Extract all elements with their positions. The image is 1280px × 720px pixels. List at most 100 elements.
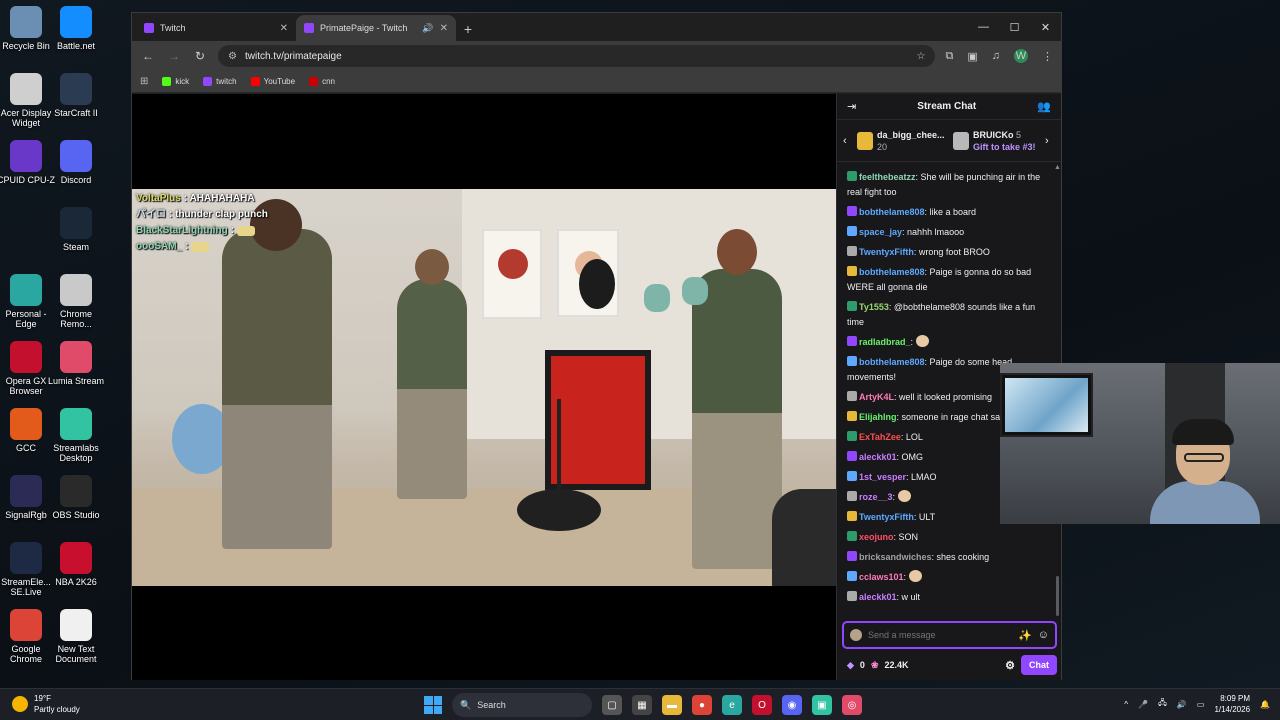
- chat-username[interactable]: ArtyK4L: [859, 392, 894, 402]
- extensions-icon[interactable]: ⧉: [945, 50, 953, 63]
- desktop-shortcut[interactable]: Steam: [46, 207, 106, 252]
- close-tab-icon[interactable]: ✕: [280, 23, 288, 34]
- lumia-taskbar-icon[interactable]: ◎: [842, 695, 862, 715]
- weather-widget[interactable]: 19°F Partly cloudy: [12, 693, 80, 715]
- chat-input[interactable]: [868, 630, 1013, 640]
- desktop-shortcut[interactable]: Streamlabs Desktop: [46, 408, 106, 463]
- chat-badge-icon[interactable]: [847, 355, 857, 366]
- file-explorer-icon[interactable]: ▬: [662, 695, 682, 715]
- emote-icon[interactable]: [916, 334, 930, 347]
- tab-primatepaige[interactable]: PrimatePaige - Twitch 🔊 ✕: [296, 15, 456, 41]
- chat-username[interactable]: Elijahlng: [859, 412, 897, 422]
- task-view-icon[interactable]: ▢: [602, 695, 622, 715]
- desktop-shortcut[interactable]: Battle.net: [46, 6, 106, 51]
- chat-badge-icon[interactable]: [847, 570, 857, 581]
- profile-avatar[interactable]: W: [1014, 49, 1028, 63]
- new-tab-button[interactable]: +: [456, 17, 480, 41]
- chat-username[interactable]: space_jay: [859, 227, 902, 237]
- back-icon[interactable]: ←: [140, 48, 156, 64]
- bookmark-twitch[interactable]: twitch: [203, 77, 237, 86]
- emote-icon[interactable]: [898, 489, 912, 502]
- apps-grid-icon[interactable]: ⊞: [140, 76, 148, 87]
- bookmark-cnn[interactable]: cnn: [309, 77, 335, 86]
- chat-badge-icon[interactable]: [847, 205, 857, 216]
- chat-badge-icon[interactable]: [847, 245, 857, 256]
- forward-icon[interactable]: →: [166, 48, 182, 64]
- chat-username[interactable]: bobthelame808: [859, 357, 925, 367]
- chat-username[interactable]: 1st_vesper: [859, 472, 906, 482]
- streamlabs-taskbar-icon[interactable]: ▣: [812, 695, 832, 715]
- settings-gear-icon[interactable]: ⚙: [1005, 659, 1015, 672]
- desktop-shortcut[interactable]: Discord: [46, 140, 106, 185]
- chat-username[interactable]: ExTahZee: [859, 432, 901, 442]
- emote-picker-icon[interactable]: ☺: [1038, 629, 1049, 641]
- mic-icon[interactable]: 🎤: [1138, 700, 1148, 709]
- chat-badge-icon[interactable]: [847, 225, 857, 236]
- chat-username[interactable]: TwentyxFifth: [859, 247, 914, 257]
- chat-username[interactable]: xeojuno: [859, 532, 894, 542]
- close-tab-icon[interactable]: ✕: [440, 23, 448, 34]
- maximize-icon[interactable]: ☐: [999, 13, 1030, 41]
- chat-badge-icon[interactable]: [847, 430, 857, 441]
- sparkle-icon[interactable]: ✨: [1018, 629, 1032, 642]
- discord-taskbar-icon[interactable]: ◉: [782, 695, 802, 715]
- edge-taskbar-icon[interactable]: e: [722, 695, 742, 715]
- speaker-icon[interactable]: 🔊: [422, 23, 433, 34]
- chat-send-button[interactable]: Chat: [1021, 655, 1057, 675]
- second-gifter[interactable]: BRUICKo 5 Gift to take #3!: [953, 129, 1041, 153]
- channel-points-count[interactable]: 22.4K: [884, 660, 908, 670]
- bookmark-star-icon[interactable]: ☆: [917, 51, 926, 62]
- bookmark-kick[interactable]: kick: [162, 77, 189, 86]
- media-icon[interactable]: ♫: [992, 50, 1000, 62]
- chat-badge-icon[interactable]: [847, 530, 857, 541]
- minimize-icon[interactable]: —: [968, 13, 999, 41]
- chat-badge-icon[interactable]: [847, 590, 857, 601]
- tray-chevron-icon[interactable]: ^: [1124, 700, 1128, 709]
- bits-icon[interactable]: ◆: [847, 660, 854, 671]
- chat-badge-icon[interactable]: [847, 410, 857, 421]
- chat-badge-icon[interactable]: [847, 265, 857, 276]
- chat-username[interactable]: bricksandwiches: [859, 552, 932, 562]
- users-icon[interactable]: 👥: [1037, 100, 1051, 113]
- chat-badge-icon[interactable]: [847, 335, 857, 346]
- battery-icon[interactable]: ▭: [1197, 700, 1205, 709]
- chat-username[interactable]: cclaws101: [859, 572, 904, 582]
- volume-icon[interactable]: 🔊: [1177, 700, 1187, 709]
- chat-badge-icon[interactable]: [847, 300, 857, 311]
- network-icon[interactable]: 🖧: [1158, 697, 1167, 711]
- chat-badge-icon[interactable]: [847, 550, 857, 561]
- chat-badge-icon[interactable]: [847, 490, 857, 501]
- tab-twitch[interactable]: Twitch ✕: [136, 15, 296, 41]
- chat-input-box[interactable]: ✨ ☺: [842, 621, 1057, 649]
- chat-username[interactable]: TwentyxFifth: [859, 512, 914, 522]
- chat-username[interactable]: feelthebeatzz: [859, 172, 916, 182]
- video-player[interactable]: VoltaPlus: AHAHAHAHA パイロ: thunder clap p…: [132, 94, 836, 680]
- desktop-shortcut[interactable]: StarCraft II: [46, 73, 106, 118]
- chevron-left-icon[interactable]: ‹: [843, 135, 853, 147]
- opera-gx-taskbar-icon[interactable]: O: [752, 695, 772, 715]
- notification-bell-icon[interactable]: 🔔: [1260, 700, 1270, 709]
- channel-points-icon[interactable]: ❀: [871, 660, 879, 671]
- side-panel-icon[interactable]: ▣: [967, 50, 977, 63]
- desktop-shortcut[interactable]: OBS Studio: [46, 475, 106, 520]
- collapse-chat-icon[interactable]: ⇥: [847, 100, 856, 113]
- chevron-right-icon[interactable]: ›: [1045, 135, 1055, 147]
- menu-kebab-icon[interactable]: ⋮: [1042, 50, 1053, 63]
- stream-video[interactable]: VoltaPlus: AHAHAHAHA パイロ: thunder clap p…: [132, 189, 836, 586]
- chrome-taskbar-icon[interactable]: ●: [692, 695, 712, 715]
- chat-badge-icon[interactable]: [847, 510, 857, 521]
- chat-username[interactable]: bobthelame808: [859, 267, 925, 277]
- chat-username[interactable]: radladbrad_: [859, 337, 911, 347]
- desktop-shortcut[interactable]: Chrome Remo...: [46, 274, 106, 329]
- close-window-icon[interactable]: ✕: [1030, 13, 1061, 41]
- chat-username[interactable]: aleckk01: [859, 452, 897, 462]
- bookmark-youtube[interactable]: YouTube: [250, 77, 295, 86]
- desktop-shortcut[interactable]: New Text Document: [46, 609, 106, 664]
- chat-badge-icon[interactable]: [847, 170, 857, 181]
- start-windows-icon[interactable]: [424, 696, 442, 714]
- chat-badge-icon[interactable]: [847, 390, 857, 401]
- chat-badge-icon[interactable]: [847, 450, 857, 461]
- reload-icon[interactable]: ↻: [192, 48, 208, 64]
- taskbar-search[interactable]: 🔍 Search: [452, 693, 592, 717]
- clock[interactable]: 8:09 PM 1/14/2026: [1214, 693, 1250, 715]
